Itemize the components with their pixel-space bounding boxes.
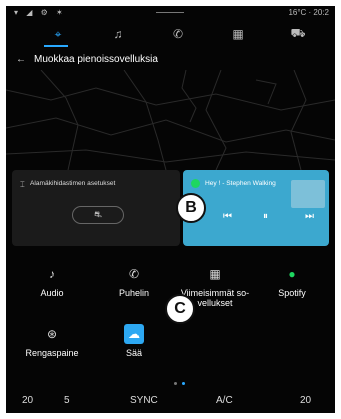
spotify-app-icon: ● [288,267,296,281]
active-nav-indicator [44,45,68,47]
nav-music-icon[interactable]: ♫ [106,24,130,44]
back-arrow-icon[interactable]: ← [16,54,26,65]
ac-button[interactable]: A/C [216,395,233,406]
header-row: ← Muokkaa pienoissovelluksia [6,50,335,70]
status-divider [156,12,184,13]
status-temp-time: 16°C · 20:2 [288,8,329,17]
nav-apps-icon[interactable]: ▦ [226,24,250,44]
status-bar: ▾ ◢ ⚙ ✶ 16°C · 20:2 [6,6,335,20]
downhill-assist-button[interactable]: ⛐ [72,206,124,224]
app-label: Audio [40,288,64,298]
app-label: Spotify [278,288,306,298]
downhill-assist-title: Alamäkihidastimen asetukset [30,180,116,187]
car-icon: ⛐ [94,209,102,219]
audio-icon: ♪ [49,267,55,281]
app-weather[interactable]: ☁ Sää [96,324,172,370]
nav-car-icon[interactable]: ⛟ [286,24,310,44]
weather-icon: ☁ [124,324,144,344]
downhill-assist-widget[interactable]: ⌶ Alamäkihidastimen asetukset ⛐ [12,170,180,246]
page-dot-active [182,382,185,385]
app-label: Puhelin [118,288,150,298]
spotify-icon [191,179,200,188]
screen-frame: ▾ ◢ ⚙ ✶ 16°C · 20:2 ⌖ ♫ ✆ ▦ ⛟ ← Muokkaa … [6,6,335,413]
left-temperature[interactable]: 20 [22,395,33,406]
slider-icon: ⌶ [20,180,25,189]
status-icons: ▾ ◢ ⚙ ✶ [14,8,66,17]
page-title: Muokkaa pienoissovelluksia [34,54,158,65]
climate-bar: 20 5 SYNC A/C 20 [6,392,335,413]
fan-speed[interactable]: 5 [64,395,70,406]
album-art [291,180,325,208]
page-dot [174,382,177,385]
nav-location-icon[interactable]: ⌖ [46,24,70,44]
app-audio[interactable]: ♪ Audio [14,264,90,310]
callout-b: B [176,193,206,223]
phone-icon: ✆ [128,267,140,281]
page-indicator [174,382,194,388]
now-playing-title: Hey ! - Stephen Walking [205,180,276,187]
next-icon[interactable]: ⏭ [305,211,314,222]
callout-c: C [165,294,195,324]
app-tire-pressure[interactable]: ⊛ Rengaspaine [14,324,90,370]
app-label: Sää [125,348,142,358]
nav-phone-icon[interactable]: ✆ [166,24,190,44]
tire-pressure-icon: ⊛ [46,327,58,341]
app-phone[interactable]: ✆ Puhelin [96,264,172,310]
recent-apps-icon: ▦ [209,267,221,281]
sync-button[interactable]: SYNC [130,395,158,406]
previous-icon[interactable]: ⏮ [223,211,232,222]
right-temperature[interactable]: 20 [300,395,311,406]
map-background [6,70,335,170]
pause-icon[interactable]: ⏸ [263,211,268,222]
app-spotify[interactable]: ● Spotify [254,264,330,310]
top-navigation: ⌖ ♫ ✆ ▦ ⛟ [6,20,335,50]
app-label: Rengaspaine [25,348,79,358]
